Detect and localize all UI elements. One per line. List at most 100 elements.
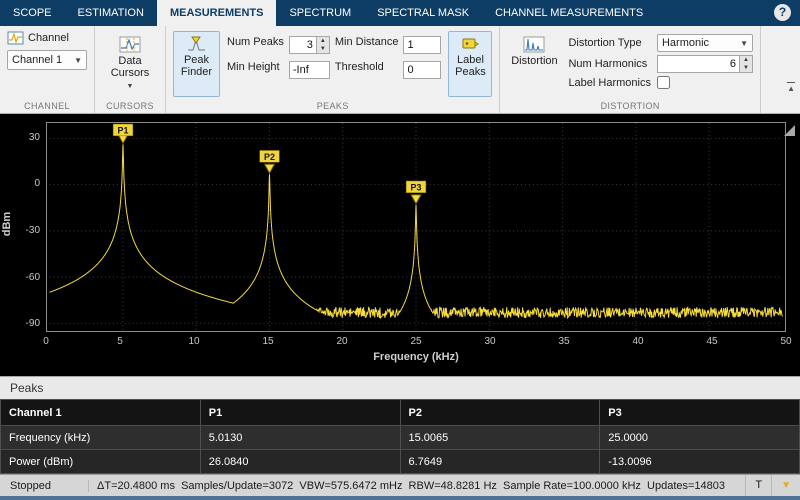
peaks-col-channel: Channel 1: [1, 400, 201, 426]
collapse-toolstrip-icon[interactable]: ▲: [787, 82, 795, 93]
power-p2: 6.7649: [400, 450, 600, 474]
min-height-input[interactable]: [289, 61, 330, 79]
svg-text:P2: P2: [264, 152, 275, 162]
y-tick-label: -60: [2, 272, 40, 283]
channel-icon: [7, 31, 24, 45]
tab-estimation[interactable]: ESTIMATION: [65, 0, 157, 26]
num-harmonics-stepper: ▲ ▼: [657, 55, 753, 73]
num-peaks-increment[interactable]: ▲: [317, 37, 329, 45]
peaks-section-label: PEAKS: [166, 101, 499, 111]
x-tick-label: 45: [695, 336, 729, 347]
channel-section-label: CHANNEL: [0, 101, 94, 111]
tab-measurements[interactable]: MEASUREMENTS: [157, 0, 277, 26]
distortion-type-select[interactable]: Harmonic ▼: [657, 34, 753, 52]
row-label-frequency: Frequency (kHz): [1, 426, 201, 450]
x-tick-label: 35: [547, 336, 581, 347]
num-peaks-stepper: ▲ ▼: [289, 36, 330, 54]
x-tick-label: 5: [103, 336, 137, 347]
peaks-col-p1: P1: [200, 400, 400, 426]
distortion-section-label: DISTORTION: [500, 101, 760, 111]
row-label-power: Power (dBm): [1, 450, 201, 474]
spectrum-analyzer-window: SCOPE ESTIMATION MEASUREMENTS SPECTRUM S…: [0, 0, 800, 500]
table-row: Power (dBm) 26.0840 6.7649 -13.0096: [1, 450, 800, 474]
tab-scope[interactable]: SCOPE: [0, 0, 65, 26]
y-tick-label: -90: [2, 318, 40, 329]
chevron-down-icon: ▼: [127, 81, 134, 93]
x-tick-label: 10: [177, 336, 211, 347]
peaks-table: Channel 1 P1 P2 P3 Frequency (kHz) 5.013…: [0, 399, 800, 474]
threshold-input[interactable]: [403, 61, 441, 79]
channel-button[interactable]: Channel: [7, 31, 87, 45]
chevron-down-icon: ▼: [74, 56, 82, 65]
peaks-section: Peak Finder Num Peaks ▲ ▼ Min Distance M…: [166, 26, 500, 113]
tab-spectrum[interactable]: SPECTRUM: [276, 0, 364, 26]
tab-spectral-mask[interactable]: SPECTRAL MASK: [364, 0, 482, 26]
frequency-p1: 5.0130: [200, 426, 400, 450]
data-cursors-label: Data Cursors: [105, 55, 155, 79]
peak-finder-toggle[interactable]: Peak Finder: [173, 31, 220, 97]
svg-text:P3: P3: [411, 182, 422, 192]
x-tick-label: 20: [325, 336, 359, 347]
peaks-panel-title: Peaks: [0, 377, 800, 399]
label-harmonics-checkbox[interactable]: [657, 76, 670, 89]
status-state: Stopped: [0, 480, 88, 492]
plot-corner-icon[interactable]: [784, 125, 795, 136]
peaks-col-p2: P2: [400, 400, 600, 426]
label-peaks-icon: [461, 36, 479, 52]
label-harmonics-label: Label Harmonics: [568, 77, 651, 89]
num-harmonics-input[interactable]: [657, 55, 740, 73]
spectrum-plot-area: dBm P1P2P3 Frequency (kHz) 300-30-60-900…: [0, 114, 800, 376]
scroll-latest-icon[interactable]: ▼: [771, 475, 800, 496]
distortion-type-label: Distortion Type: [568, 37, 651, 49]
x-tick-label: 0: [29, 336, 63, 347]
num-peaks-decrement[interactable]: ▼: [317, 45, 329, 53]
x-tick-label: 40: [621, 336, 655, 347]
label-peaks-toggle[interactable]: Label Peaks: [448, 31, 492, 97]
threshold-label: Threshold: [335, 61, 399, 79]
help-button[interactable]: ?: [774, 4, 791, 21]
cursors-section: Data Cursors ▼ CURSORS: [95, 26, 166, 113]
distortion-button[interactable]: Distortion: [507, 31, 561, 97]
toolbar-spacer: ▲: [761, 26, 800, 113]
peaks-panel: Peaks Channel 1 P1 P2 P3 Frequency (kHz)…: [0, 376, 800, 474]
peaks-table-header-row: Channel 1 P1 P2 P3: [1, 400, 800, 426]
spectrum-canvas[interactable]: P1P2P3: [46, 122, 786, 332]
channel-select-value: Channel 1: [12, 54, 62, 66]
distortion-fields: Distortion Type Harmonic ▼ Num Harmonics…: [568, 31, 753, 97]
distortion-icon: [523, 36, 545, 53]
distortion-section: Distortion Distortion Type Harmonic ▼ Nu…: [500, 26, 761, 113]
channel-select[interactable]: Channel 1 ▼: [7, 50, 87, 70]
peak-finder-label: Peak Finder: [176, 54, 217, 78]
channel-button-label: Channel: [28, 32, 69, 44]
y-tick-label: -30: [2, 225, 40, 236]
tab-bar: SCOPE ESTIMATION MEASUREMENTS SPECTRUM S…: [0, 0, 800, 26]
cursors-section-label: CURSORS: [95, 101, 165, 111]
num-harmonics-increment[interactable]: ▲: [740, 56, 752, 64]
channel-section: Channel Channel 1 ▼ CHANNEL: [0, 26, 95, 113]
data-cursors-button[interactable]: Data Cursors ▼: [102, 31, 158, 97]
num-peaks-input[interactable]: [289, 36, 317, 54]
num-harmonics-decrement[interactable]: ▼: [740, 64, 752, 72]
y-tick-label: 30: [2, 132, 40, 143]
tab-channel-measurements[interactable]: CHANNEL MEASUREMENTS: [482, 0, 656, 26]
x-tick-label: 15: [251, 336, 285, 347]
tabbar-spacer: [656, 0, 774, 26]
status-bar: Stopped ΔT=20.4800 ms Samples/Update=307…: [0, 474, 800, 500]
trigger-button[interactable]: T: [745, 475, 771, 496]
y-tick-label: 0: [2, 178, 40, 189]
distortion-type-value: Harmonic: [662, 37, 709, 49]
power-p1: 26.0840: [200, 450, 400, 474]
min-height-label: Min Height: [227, 61, 284, 79]
peak-finder-icon: [187, 36, 206, 52]
x-axis-label: Frequency (kHz): [46, 351, 786, 363]
distortion-button-label: Distortion: [511, 55, 557, 67]
measurements-toolstrip: Channel Channel 1 ▼ CHANNEL Data Cursors: [0, 26, 800, 114]
peaks-col-p3: P3: [600, 400, 800, 426]
min-distance-input[interactable]: [403, 36, 441, 54]
chevron-down-icon: ▼: [740, 39, 748, 48]
table-row: Frequency (kHz) 5.0130 15.0065 25.0000: [1, 426, 800, 450]
num-peaks-label: Num Peaks: [227, 36, 284, 54]
power-p3: -13.0096: [600, 450, 800, 474]
frequency-p3: 25.0000: [600, 426, 800, 450]
x-tick-label: 30: [473, 336, 507, 347]
